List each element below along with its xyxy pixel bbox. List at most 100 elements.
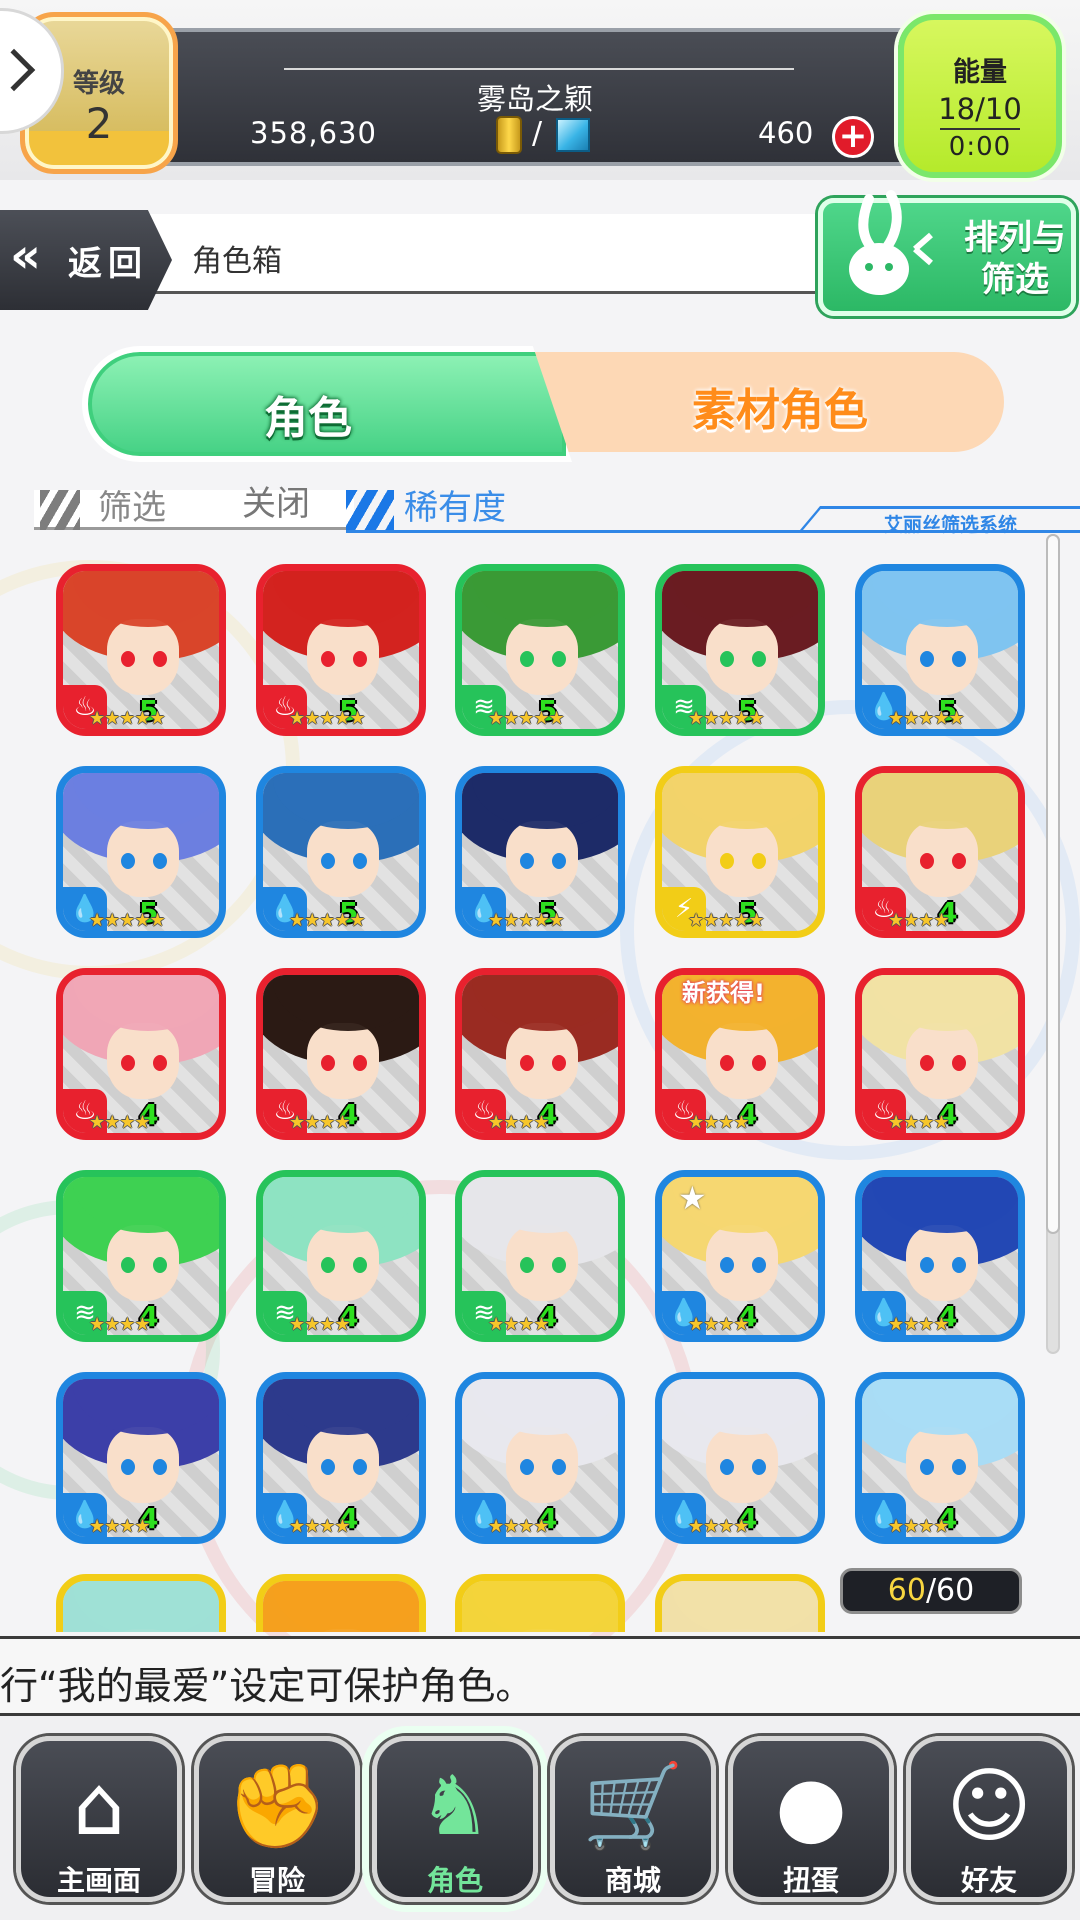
nav-button-friends[interactable]: ☺ 好友 (906, 1736, 1072, 1902)
character-card[interactable]: ≋ 5 ★★★★★ (655, 564, 825, 736)
rarity-stars: ★★★★★ (89, 910, 166, 931)
character-card[interactable]: ≋ 5 ★★★★★ (455, 564, 625, 736)
rarity-stars: ★★★★ (289, 1112, 351, 1133)
character-card[interactable]: 💧 4 ★★★★ ★ (655, 1170, 825, 1342)
character-card[interactable]: 💧 4 ★★★★ (56, 1372, 226, 1544)
rarity-stars: ★★★★ (688, 1314, 750, 1335)
tab-characters[interactable]: 角色 (82, 346, 572, 462)
nav-button-egg[interactable]: ● 扭蛋 (728, 1736, 894, 1902)
box-capacity: 60/60 (840, 1568, 1022, 1614)
nav-button-home[interactable]: ⌂ 主画面 (16, 1736, 182, 1902)
character-card[interactable]: 💧 5 ★★★★★ (855, 564, 1025, 736)
character-card[interactable]: ♨ 4 ★★★★ (256, 968, 426, 1140)
filter-label: 筛选 (98, 488, 166, 528)
nav-button-cart[interactable]: 🛒 商城 (550, 1736, 716, 1902)
add-gem-button[interactable]: + (832, 116, 874, 158)
rarity-stars: ★★★★ (89, 1516, 151, 1537)
nav-label: 角色 (426, 1864, 483, 1897)
rarity-stars: ★★★★ (89, 1112, 151, 1133)
capacity-current: 60 (887, 1573, 926, 1608)
cart-icon: 🛒 (581, 1759, 685, 1854)
character-card[interactable]: 💧 4 ★★★★ (256, 1372, 426, 1544)
bottom-navigation: ⌂ 主画面 ✊ 冒险 ♞ 角色 🛒 商城 ● 扭蛋 ☺ 好友 (0, 1716, 1080, 1920)
rarity-stars: ★★★★★ (488, 910, 565, 931)
character-card[interactable]: ≋ 4 ★★★★ (56, 1170, 226, 1342)
rarity-stars: ★★★★★ (289, 910, 366, 931)
filter-system-label: 艾丽丝筛选系统 (884, 514, 1018, 536)
character-card[interactable]: ♨ 4 ★★★★ (855, 968, 1025, 1140)
rarity-stars: ★★★★ (89, 1314, 151, 1335)
nav-label: 主画面 (56, 1864, 141, 1897)
gold-amount: 358,630 (250, 116, 377, 150)
rarity-stars: ★★★★★ (89, 708, 166, 729)
character-card[interactable]: 💧 4 ★★★★ (855, 1372, 1025, 1544)
character-portrait (63, 1581, 219, 1632)
filter-row: 筛选 关闭 稀有度 艾丽丝筛选系统 (0, 480, 1080, 536)
character-card[interactable]: 💧 4 ★★★★ (455, 1372, 625, 1544)
stripe-decoration (40, 490, 80, 530)
favorite-star-icon: ★ (678, 1179, 707, 1217)
friends-icon: ☺ (946, 1759, 1032, 1854)
rarity-stars: ★★★★ (688, 1516, 750, 1537)
character-card[interactable]: 💧 5 ★★★★★ (455, 766, 625, 938)
character-card[interactable]: ⚡ (256, 1574, 426, 1632)
character-card[interactable]: ⚡ (56, 1574, 226, 1632)
gem-amount: 460 (758, 116, 814, 150)
energy-box[interactable]: 能量 18/10 0:00 (898, 14, 1062, 178)
player-info-plate: 雾岛之颖 358,630 / 460 + (150, 28, 920, 166)
energy-label: 能量 (953, 57, 1007, 88)
tab-material-characters[interactable]: 素材角色 (660, 374, 900, 438)
rarity-stars: ★★★★ (289, 1516, 351, 1537)
sort-filter-button[interactable]: 排列与筛选 (818, 190, 1076, 316)
energy-value: 18/10 (938, 92, 1022, 126)
rarity-stars: ★★★★ (488, 1314, 550, 1335)
rarity-sort-label[interactable]: 稀有度 (404, 480, 506, 529)
back-button[interactable]: « 返回 (0, 210, 172, 310)
rarity-stars: ★★★★★ (688, 708, 765, 729)
character-card[interactable]: ♨ 4 ★★★★ 新获得! (655, 968, 825, 1140)
rarity-stars: ★★★★ (888, 1112, 950, 1133)
scrollbar-thumb[interactable] (1046, 534, 1060, 1234)
rarity-stars: ★★★★★ (488, 708, 565, 729)
character-card[interactable]: ⚡ (655, 1574, 825, 1632)
divider (940, 128, 1020, 130)
character-card[interactable]: ⚡ (455, 1574, 625, 1632)
character-card[interactable]: 💧 5 ★★★★★ (256, 766, 426, 938)
sort-filter-label: 排列与筛选 (964, 218, 1066, 300)
rarity-stars: ★★★★★ (688, 910, 765, 931)
character-card[interactable]: 💧 5 ★★★★★ (56, 766, 226, 938)
character-portrait (263, 1581, 419, 1632)
character-portrait (662, 1581, 818, 1632)
character-card[interactable]: ♨ 5 ★★★★★ (256, 564, 426, 736)
character-card[interactable]: ♨ 5 ★★★★★ (56, 564, 226, 736)
character-card[interactable]: ♨ 4 ★★★★ (56, 968, 226, 1140)
stripe-decoration (346, 490, 394, 532)
home-icon: ⌂ (72, 1759, 126, 1854)
nav-button-handshake[interactable]: ✊ 冒险 (194, 1736, 360, 1902)
character-card[interactable]: ≋ 4 ★★★★ (455, 1170, 625, 1342)
page-title: 角色箱 (192, 244, 282, 279)
character-card[interactable]: 💧 4 ★★★★ (855, 1170, 1025, 1342)
character-grid: ♨ 5 ★★★★★ ♨ 5 ★★★★★ ≋ 5 ★★★★★ ≋ 5 ★★★★★ 💧 5 ★★★★★ 💧 5 ★★★… (0, 550, 1050, 1632)
rarity-stars: ★★★★ (888, 1516, 950, 1537)
nav-label: 商城 (604, 1864, 661, 1897)
character-card[interactable]: 💧 4 ★★★★ (655, 1372, 825, 1544)
rarity-stars: ★★★★ (888, 1314, 950, 1335)
character-card[interactable]: ♨ 4 ★★★★ (855, 766, 1025, 938)
tab-characters-label: 角色 (264, 393, 352, 444)
gold-coin-icon (496, 116, 522, 154)
energy-timer: 0:00 (948, 132, 1012, 162)
character-card[interactable]: ♨ 4 ★★★★ (455, 968, 625, 1140)
character-card[interactable]: ≋ 4 ★★★★ (256, 1170, 426, 1342)
double-chevron-left-icon: « (10, 228, 41, 284)
nav-label: 冒险 (248, 1864, 305, 1897)
egg-icon: ● (775, 1759, 847, 1854)
character-portrait (462, 1581, 618, 1632)
character-card[interactable]: ⚡ 5 ★★★★★ (655, 766, 825, 938)
filter-state[interactable]: 关闭 (242, 476, 310, 525)
nav-button-bunny[interactable]: ♞ 角色 (372, 1736, 538, 1902)
new-badge: 新获得! (682, 979, 765, 1007)
rarity-stars: ★★★★ (688, 1112, 750, 1133)
rarity-stars: ★★★★★ (289, 708, 366, 729)
rarity-stars: ★★★★★ (888, 708, 965, 729)
